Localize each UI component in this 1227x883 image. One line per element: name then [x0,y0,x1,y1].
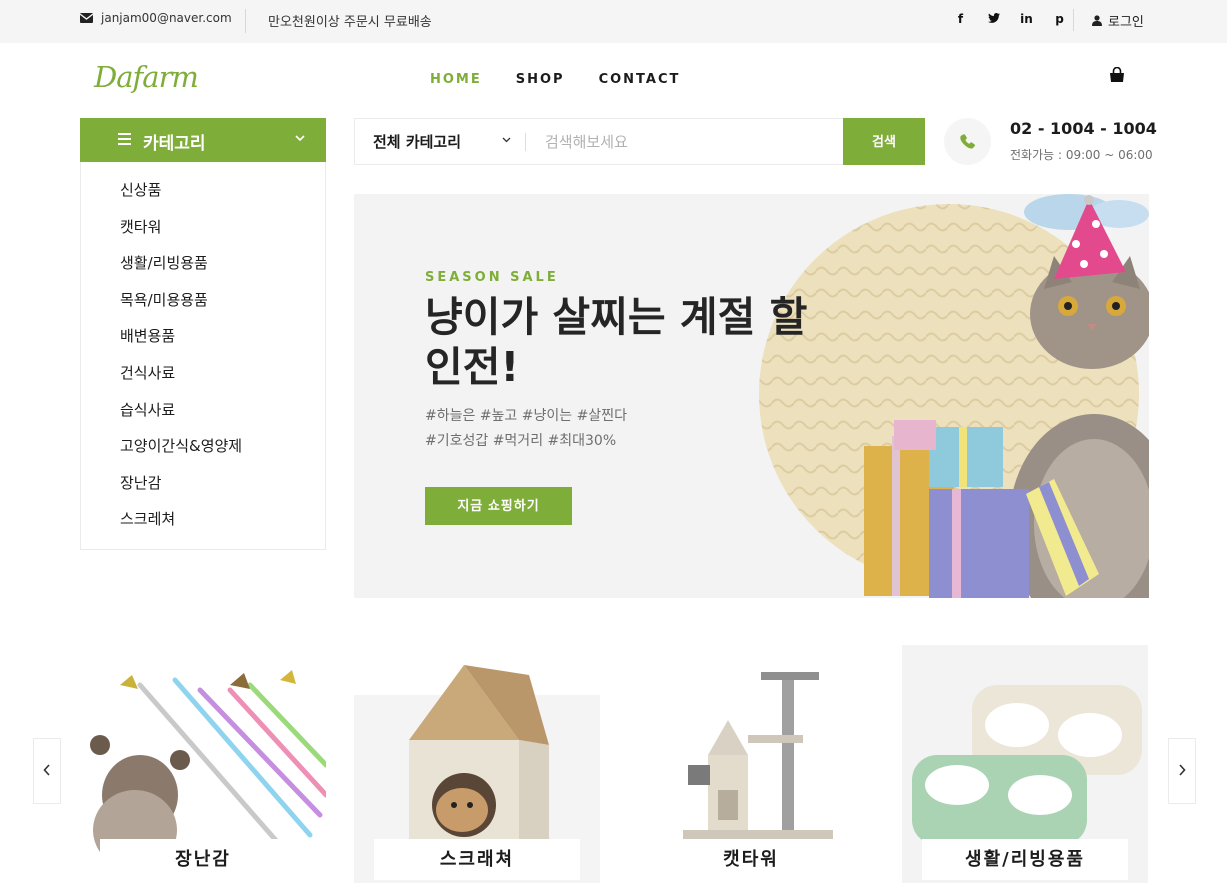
hero-eyebrow: SEASON SALE [425,270,559,285]
nav-contact[interactable]: CONTACT [599,72,681,87]
login-link[interactable]: 로그인 [1092,11,1144,30]
divider [525,133,526,151]
divider [245,9,246,33]
category-item[interactable]: 스크레쳐 [81,508,325,545]
hero-headline: 냥이가 살찌는 계절 할인전! [425,293,808,391]
twitter-icon[interactable] [977,9,1010,29]
category-item[interactable]: 생활/리빙용품 [81,252,325,289]
logo[interactable]: Dafarm [94,60,199,94]
hero-tags: #하늘은 #높고 #냥이는 #살찐다 #기호성갑 #먹거리 #최대30% [425,404,627,454]
chevron-right-icon[interactable] [1168,738,1196,804]
category-item[interactable]: 장난감 [81,472,325,509]
main-nav: HOME SHOP CONTACT [430,72,714,87]
category-item[interactable]: 건식사료 [81,362,325,399]
phone-hours: 전화가능 : 09:00 ~ 06:00 [1010,148,1153,162]
featured-label: 캣타워 [648,839,854,880]
category-item[interactable]: 신상품 [81,179,325,216]
shipping-notice: 만오천원이상 주문시 무료배송 [268,15,432,30]
featured-category-toys[interactable]: 장난감 [80,645,326,883]
search-button[interactable]: 검색 [843,118,925,165]
email-contact[interactable]: janjam00@naver.com [80,11,232,25]
divider [1073,9,1074,31]
menu-icon [118,133,131,145]
chevron-left-icon[interactable] [33,738,61,804]
category-list: 신상품 캣타워 생활/리빙용품 목욕/미용용품 배변용품 건식사료 습식사료 고… [80,162,326,550]
search-category-select[interactable]: 전체 카테고리 [373,131,461,152]
category-item[interactable]: 습식사료 [81,399,325,436]
login-label: 로그인 [1108,15,1144,30]
shop-now-button[interactable]: 지금 쇼핑하기 [425,487,572,525]
nav-shop[interactable]: SHOP [516,72,565,87]
category-item[interactable]: 목욕/미용용품 [81,289,325,326]
chevron-down-icon [295,131,305,145]
email-text: janjam00@naver.com [101,11,232,25]
featured-label: 생활/리빙용품 [922,839,1128,880]
phone-number: 02 - 1004 - 1004 [1010,119,1157,138]
hero-cat-image [759,194,1149,598]
featured-category-scratcher[interactable]: 스크래쳐 [354,645,600,883]
featured-label: 장난감 [100,839,306,880]
category-item[interactable]: 고양이간식&영양제 [81,435,325,472]
featured-category-cat-tower[interactable]: 캣타워 [628,645,874,883]
phone-icon [944,118,991,165]
social-links: f in p [944,9,1076,29]
top-bar: janjam00@naver.com 만오천원이상 주문시 무료배송 f in … [0,0,1227,43]
nav-home[interactable]: HOME [430,72,482,87]
cart-icon[interactable] [1109,66,1125,87]
hero-tags-line: #기호성갑 #먹거리 #최대30% [425,433,617,449]
featured-category-living[interactable]: 생활/리빙용품 [902,645,1148,883]
category-item[interactable]: 배변용품 [81,325,325,362]
chevron-down-icon[interactable] [502,133,511,146]
user-icon [1092,15,1102,26]
hero-tags-line: #하늘은 #높고 #냥이는 #살찐다 [425,408,627,424]
category-title: 카테고리 [143,134,206,154]
search-input[interactable] [535,125,835,158]
envelope-icon [80,13,93,23]
hero-banner: SEASON SALE 냥이가 살찌는 계절 할인전! #하늘은 #높고 #냥이… [354,194,1149,598]
category-toggle[interactable]: 카테고리 [80,118,326,162]
featured-label: 스크래쳐 [374,839,580,880]
search-form: 전체 카테고리 [354,118,844,165]
facebook-icon[interactable]: f [944,9,977,29]
category-item[interactable]: 캣타워 [81,216,325,253]
linkedin-icon[interactable]: in [1010,9,1043,29]
pinterest-icon[interactable]: p [1043,9,1076,29]
